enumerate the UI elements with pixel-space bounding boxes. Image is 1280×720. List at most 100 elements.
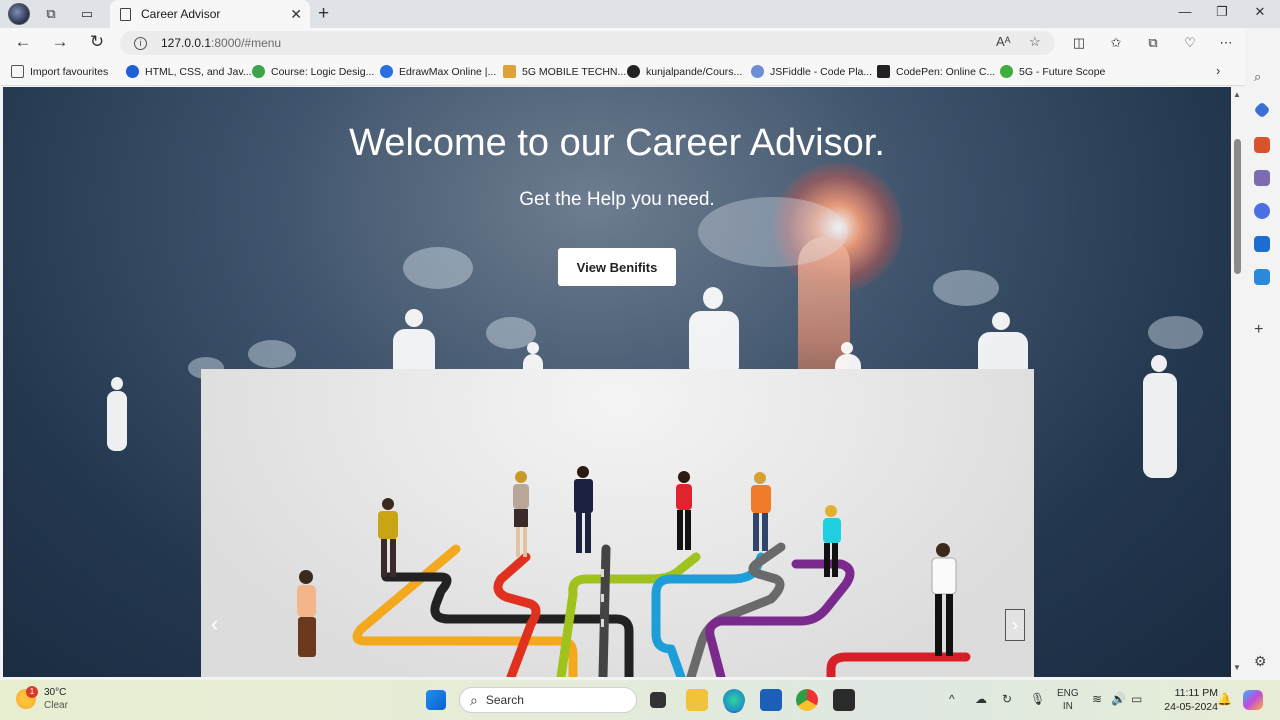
new-tab-button[interactable]: + — [318, 3, 329, 25]
web-page: Welcome to our Career Advisor. Get the H… — [3, 87, 1231, 677]
split-screen-icon[interactable]: ◫ — [1069, 35, 1089, 51]
person-figure — [378, 498, 398, 577]
show-hidden-icons-chevron[interactable]: ^ — [949, 692, 955, 706]
person-figure — [513, 471, 529, 557]
bookmark-item[interactable]: JSFiddle - Code Pla... — [751, 65, 872, 78]
favorite-star-icon[interactable]: ☆ — [1029, 34, 1041, 50]
carousel-prev-button[interactable]: ‹ — [211, 611, 218, 637]
shopping-tag-icon[interactable] — [1253, 101, 1271, 119]
bookmark-item[interactable]: CodePen: Online C... — [877, 65, 995, 78]
taskbar-search[interactable]: ⌕ Search — [459, 687, 637, 713]
file-explorer-icon[interactable] — [686, 689, 708, 711]
games-icon[interactable] — [1254, 170, 1270, 186]
site-info-icon[interactable]: i — [134, 36, 147, 50]
close-window-button[interactable]: ✕ — [1245, 4, 1275, 20]
wifi-icon[interactable]: ≋ — [1092, 692, 1102, 706]
weather-temp: 30°C — [44, 687, 67, 698]
bookmark-item[interactable]: 5G MOBILE TECHN... — [503, 65, 626, 78]
outlook-icon[interactable] — [1254, 236, 1270, 252]
profile-avatar[interactable] — [8, 3, 30, 25]
microsoft-store-icon[interactable] — [760, 689, 782, 711]
back-button[interactable]: ← — [11, 32, 35, 52]
bookmark-item[interactable]: kunjalpande/Cours... — [627, 65, 742, 78]
microphone-icon[interactable]: 🎙 — [1030, 692, 1045, 706]
person-figure — [574, 466, 593, 553]
add-sidebar-app-icon[interactable]: + — [1254, 322, 1270, 339]
weather-widget[interactable]: 1 30°C Clear — [16, 686, 68, 712]
drop-icon[interactable] — [1254, 269, 1270, 285]
github-icon — [627, 65, 640, 78]
edge-sidebar: ⌕ + ⚙ — [1245, 28, 1280, 680]
volume-icon[interactable]: 🔊 — [1111, 692, 1126, 706]
bookmark-item[interactable]: Course: Logic Desig... — [252, 65, 374, 78]
minimize-button[interactable]: — — [1170, 4, 1200, 19]
tools-icon[interactable] — [1254, 137, 1270, 153]
microsoft-365-icon[interactable] — [1254, 203, 1270, 219]
carousel-slide — [201, 369, 1034, 677]
terminal-icon[interactable] — [833, 689, 855, 711]
forward-button[interactable]: → — [48, 32, 72, 52]
career-paths-illustration — [297, 466, 971, 677]
url-host: 127.0.0.1 — [161, 36, 212, 50]
bookmark-favicon-icon — [126, 65, 139, 78]
copilot-taskbar-icon[interactable] — [1243, 690, 1263, 710]
edge-icon[interactable] — [723, 689, 745, 711]
notification-badge: 1 — [26, 686, 38, 698]
bookmark-item[interactable]: 5G - Future Scope — [1000, 65, 1105, 78]
person-figure — [931, 543, 957, 656]
cloud-icon[interactable]: ☁ — [975, 692, 987, 706]
navigation-bar: ← → ↻ i 127.0.0.1 :8000/#menu Aᴬ ☆ ◫ ✩ ⧉… — [0, 28, 1245, 58]
search-icon[interactable]: ⌕ — [1254, 69, 1270, 85]
person-figure — [297, 570, 316, 657]
bookmark-favicon-icon — [1000, 65, 1013, 78]
refresh-button[interactable]: ↻ — [85, 32, 109, 52]
sidebar-settings-icon[interactable]: ⚙ — [1254, 653, 1270, 669]
tab-bar: ⧉ ▭ Career Advisor ✕ + — ❐ ✕ — [0, 0, 1280, 28]
weather-condition: Clear — [44, 700, 68, 711]
import-icon — [11, 65, 24, 78]
system-clock[interactable]: 11:11 PM 24-05-2024 — [1152, 686, 1218, 714]
workspaces-icon[interactable]: ⧉ — [40, 4, 62, 24]
collections-icon[interactable]: ⧉ — [1143, 35, 1163, 51]
bookmark-favicon-icon — [503, 65, 516, 78]
close-tab-icon[interactable]: ✕ — [290, 6, 302, 23]
bookmark-item[interactable]: HTML, CSS, and Jav... — [126, 65, 252, 78]
bookmark-item[interactable]: EdrawMax Online |... — [380, 65, 496, 78]
browser-essentials-icon[interactable]: ♡ — [1180, 35, 1200, 51]
bookmark-favicon-icon — [380, 65, 393, 78]
bookmarks-more-chevron-icon[interactable]: › — [1216, 63, 1220, 78]
bookmarks-bar: Import favourites HTML, CSS, and Jav... … — [0, 58, 1245, 86]
sun-icon: 1 — [16, 686, 38, 709]
tab-career-advisor[interactable]: Career Advisor ✕ — [110, 0, 310, 28]
task-view-icon[interactable] — [650, 692, 666, 708]
person-figure — [751, 472, 771, 551]
url-path: :8000/#menu — [211, 36, 282, 50]
hero-title: Welcome to our Career Advisor. — [349, 122, 885, 164]
windows-start-icon[interactable] — [426, 690, 446, 710]
speech-bubble — [1148, 316, 1203, 349]
page-icon — [120, 7, 131, 21]
settings-menu-icon[interactable]: ⋯ — [1216, 35, 1236, 51]
language-indicator[interactable]: ENG IN — [1057, 687, 1079, 713]
view-benefits-button[interactable]: View Benifits — [558, 248, 676, 286]
read-aloud-icon[interactable]: Aᴬ — [996, 34, 1011, 49]
page-scrollbar[interactable]: ▲ ▼ — [1231, 87, 1245, 677]
sync-icon[interactable]: ↻ — [1002, 692, 1012, 706]
battery-icon[interactable]: ▭ — [1131, 692, 1142, 706]
scroll-thumb[interactable] — [1234, 139, 1241, 274]
bookmark-favicon-icon — [252, 65, 265, 78]
tab-actions-icon[interactable]: ▭ — [76, 4, 98, 24]
search-icon: ⌕ — [470, 691, 478, 708]
notification-bell-icon[interactable]: 🔔 — [1217, 692, 1232, 706]
scroll-up-arrow-icon[interactable]: ▲ — [1233, 90, 1241, 99]
chrome-icon[interactable] — [796, 689, 818, 711]
scroll-down-arrow-icon[interactable]: ▼ — [1233, 663, 1241, 672]
bookmark-import[interactable]: Import favourites — [11, 65, 108, 78]
carousel-next-button[interactable]: › — [1005, 609, 1025, 641]
speech-bubble — [403, 247, 473, 289]
search-label: Search — [485, 693, 524, 707]
favorites-icon[interactable]: ✩ — [1106, 35, 1126, 51]
address-bar[interactable]: i 127.0.0.1 :8000/#menu — [120, 31, 1055, 55]
windows-taskbar: 1 30°C Clear ⌕ Search ^ ☁ ↻ 🎙 ENG IN ≋ 🔊… — [0, 680, 1280, 720]
maximize-button[interactable]: ❐ — [1207, 4, 1237, 20]
